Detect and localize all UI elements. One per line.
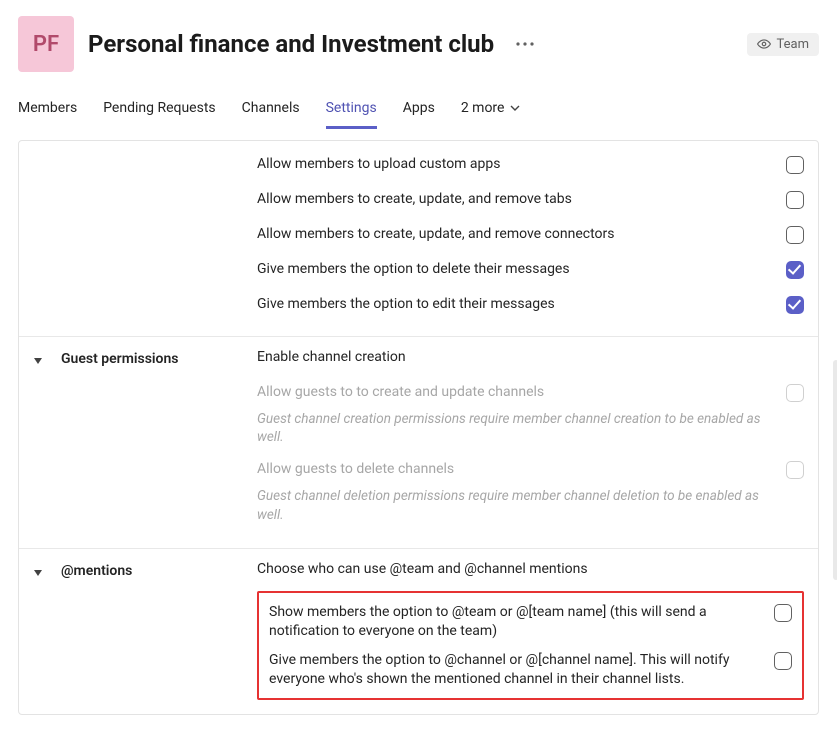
eye-icon (757, 37, 771, 51)
option-guest-delete-channels-checkbox (786, 461, 804, 479)
section-guest-permissions-toggle[interactable] (29, 352, 47, 370)
option-manage-tabs-label: Allow members to create, update, and rem… (257, 190, 572, 209)
section-mentions-label: @mentions (61, 561, 257, 701)
option-guest-delete-channels-label: Allow guests to delete channels (257, 460, 454, 479)
option-upload-custom-apps-label: Allow members to upload custom apps (257, 155, 501, 174)
option-at-team-label: Show members the option to @team or @[te… (269, 603, 739, 641)
team-privacy-label: Team (777, 37, 810, 52)
tab-apps[interactable]: Apps (403, 94, 435, 129)
option-upload-custom-apps-checkbox[interactable] (786, 156, 804, 174)
section-mentions-header: Choose who can use @team and @channel me… (257, 561, 804, 577)
tab-more[interactable]: 2 more (461, 94, 521, 129)
section-mentions: @mentions Choose who can use @team and @… (19, 548, 818, 715)
caret-down-icon (34, 358, 42, 364)
caret-down-icon (34, 570, 42, 576)
section-mentions-toggle[interactable] (29, 564, 47, 582)
option-at-channel-label: Give members the option to @channel or @… (269, 651, 739, 689)
tab-pending-requests[interactable]: Pending Requests (103, 94, 215, 129)
tab-bar: Members Pending Requests Channels Settin… (18, 94, 819, 130)
section-guest-permissions: Guest permissions Enable channel creatio… (19, 336, 818, 548)
option-at-channel-checkbox[interactable] (774, 652, 792, 670)
section-guest-permissions-label: Guest permissions (61, 349, 257, 534)
team-more-button[interactable] (510, 37, 540, 51)
team-avatar-initials: PF (33, 32, 59, 57)
more-horizontal-icon (516, 41, 534, 47)
tab-members[interactable]: Members (18, 94, 77, 129)
page-header: PF Personal finance and Investment club … (18, 16, 819, 72)
team-title: Personal finance and Investment club (88, 30, 494, 58)
mentions-highlight: Show members the option to @team or @[te… (257, 591, 804, 701)
option-manage-connectors-checkbox[interactable] (786, 226, 804, 244)
settings-panel: Allow members to upload custom apps Allo… (18, 140, 819, 715)
option-manage-tabs-checkbox[interactable] (786, 191, 804, 209)
option-manage-connectors-label: Allow members to create, update, and rem… (257, 225, 615, 244)
option-delete-messages-label: Give members the option to delete their … (257, 260, 570, 279)
team-privacy-pill[interactable]: Team (747, 33, 820, 56)
scrollbar[interactable] (833, 360, 837, 580)
team-avatar: PF (18, 16, 74, 72)
tab-more-label: 2 more (461, 100, 505, 116)
tab-channels[interactable]: Channels (242, 94, 300, 129)
option-edit-messages-label: Give members the option to edit their me… (257, 295, 555, 314)
option-guest-delete-channels-help: Guest channel deletion permissions requi… (257, 487, 777, 523)
chevron-down-icon (510, 103, 520, 113)
option-guest-create-channels-help: Guest channel creation permissions requi… (257, 410, 777, 446)
option-edit-messages-checkbox[interactable] (786, 296, 804, 314)
option-at-team-checkbox[interactable] (774, 604, 792, 622)
tab-settings[interactable]: Settings (326, 94, 377, 129)
option-delete-messages-checkbox[interactable] (786, 261, 804, 279)
option-guest-create-channels-label: Allow guests to to create and update cha… (257, 383, 544, 402)
section-member-permissions: Allow members to upload custom apps Allo… (19, 141, 818, 336)
section-guest-permissions-header: Enable channel creation (257, 349, 804, 365)
team-settings-page: PF Personal finance and Investment club … (0, 0, 837, 733)
option-guest-create-channels-checkbox (786, 384, 804, 402)
